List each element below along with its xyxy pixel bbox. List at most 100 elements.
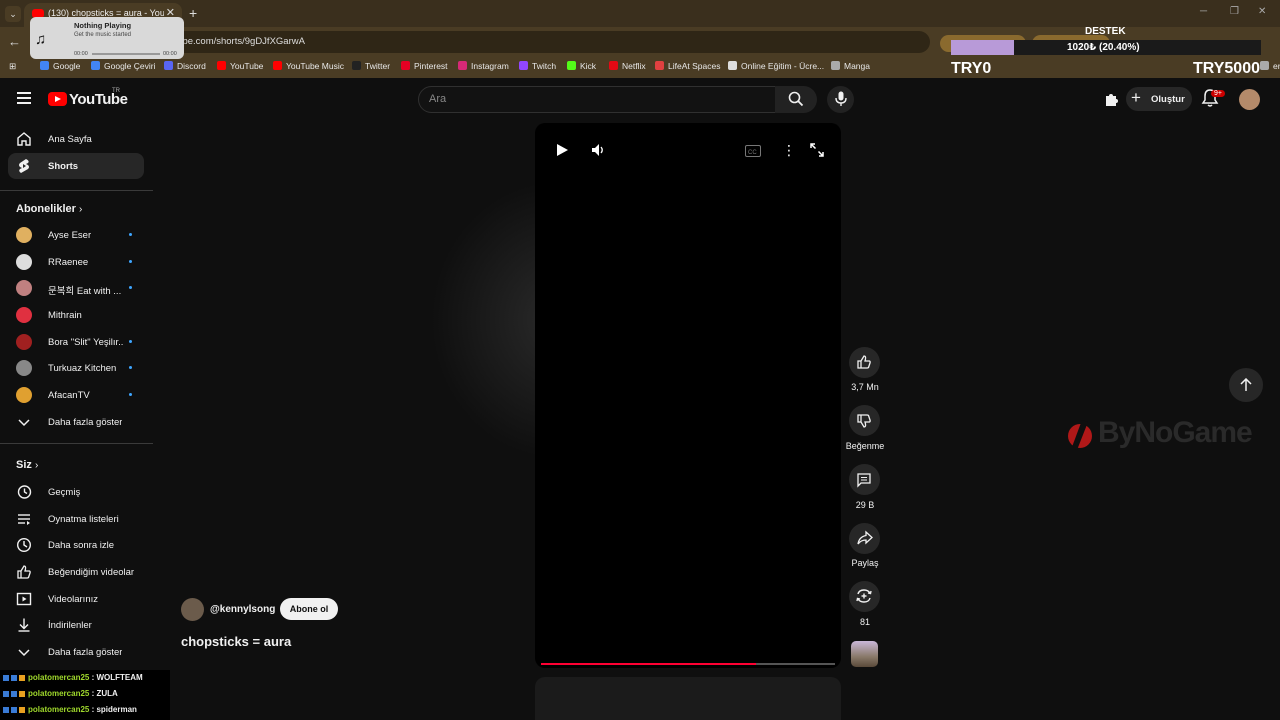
share-button[interactable] (849, 523, 880, 554)
sidebar-sub-item[interactable]: AfacanTV (8, 382, 144, 408)
bookmark-item[interactable]: Discord (164, 61, 206, 71)
badge-icon (3, 691, 9, 697)
arrow-up-icon (1240, 378, 1252, 391)
sidebar-sub-item[interactable]: Mithrain (8, 302, 144, 328)
sidebar-item-history[interactable]: Geçmiş (8, 479, 144, 505)
bookmark-label: YouTube (230, 61, 264, 71)
sidebar-item-label: Shorts (48, 161, 79, 172)
channel-avatar (16, 387, 32, 403)
closed-captions-icon[interactable]: CC (745, 144, 761, 162)
subscribe-button[interactable]: Abone ol (280, 598, 338, 620)
new-tab-button[interactable]: + (189, 5, 197, 21)
comment-count: 29 B (855, 500, 875, 510)
search-button[interactable] (775, 86, 817, 113)
sidebar-sub-item[interactable]: RRaenee (8, 249, 144, 275)
create-label[interactable]: Oluştur (1151, 94, 1185, 105)
minimize-icon[interactable]: ─ (1200, 6, 1207, 17)
sidebar-item-label: İndirilenler (48, 620, 92, 631)
dislike-button[interactable] (849, 405, 880, 436)
sidebar-sub-item[interactable]: Ayse Eser (8, 222, 144, 248)
bookmark-item[interactable]: YouTube Music (273, 61, 344, 71)
bookmark-item[interactable]: YouTube (217, 61, 263, 71)
channel-avatar (16, 307, 32, 323)
sidebar-item-your-videos[interactable]: Videolarınız (8, 586, 144, 612)
sidebar-sub-item[interactable]: Turkuaz Kitchen (8, 355, 144, 381)
sidebar-item-downloads[interactable]: İndirilenler (8, 612, 144, 638)
sidebar-show-more[interactable]: Daha fazla göster (8, 639, 144, 665)
chat-username: polatomercan25 (28, 705, 90, 714)
bynogame-watermark: ByNoGame (1098, 416, 1253, 449)
shorts-video-player[interactable] (535, 123, 841, 668)
channel-avatar[interactable] (181, 598, 204, 621)
bookmark-item[interactable]: Netflix (609, 61, 646, 71)
chat-text: spiderman (96, 705, 137, 714)
bookmark-item[interactable]: Twitter (352, 61, 390, 71)
sidebar-item-label: Beğendiğim videolar (48, 567, 135, 578)
bookmark-favicon-icon (609, 61, 618, 70)
sidebar-item-shorts[interactable]: Shorts (8, 153, 144, 179)
volume-icon[interactable] (591, 143, 605, 162)
thumbs-up-icon (857, 355, 871, 369)
download-icon (18, 618, 30, 632)
music-note-icon[interactable]: ♫ (35, 31, 46, 48)
you-heading[interactable]: Siz › (16, 459, 38, 471)
voice-search-button[interactable] (827, 86, 854, 113)
hamburger-menu-icon[interactable] (17, 92, 31, 107)
extension-puzzle-icon[interactable] (1103, 91, 1119, 112)
fullscreen-icon[interactable] (810, 143, 824, 162)
sidebar-item-watch-later[interactable]: Daha sonra izle (8, 532, 144, 558)
bookmark-item[interactable]: Instagram (458, 61, 509, 71)
sidebar-item-home[interactable]: Ana Sayfa (8, 126, 144, 152)
tab-search-chevron-icon[interactable]: ⌄ (5, 6, 21, 22)
search-placeholder[interactable]: Ara (429, 93, 446, 105)
media-progress[interactable] (92, 53, 160, 55)
sidebar-item-playlists[interactable]: Oynatma listeleri (8, 506, 144, 532)
more-vertical-icon[interactable]: ⋮ (782, 143, 796, 157)
like-button[interactable] (849, 347, 880, 378)
search-input[interactable] (418, 86, 776, 113)
maximize-icon[interactable]: ❐ (1230, 6, 1239, 17)
bookmark-item[interactable]: eri (1260, 61, 1280, 71)
media-time-start: 00:00 (74, 51, 88, 57)
channel-name[interactable]: @kennylsong (210, 604, 275, 615)
previous-short-button[interactable] (1229, 368, 1263, 402)
bookmark-item[interactable]: Pinterest (401, 61, 448, 71)
new-content-dot (129, 393, 132, 396)
bookmark-label: Instagram (471, 61, 509, 71)
bookmark-item[interactable]: Google Çeviri (91, 61, 156, 71)
next-short-preview[interactable] (535, 677, 841, 720)
sidebar-item-label: Turkuaz Kitchen (48, 363, 117, 374)
sidebar-item-liked-videos[interactable]: Beğendiğim videolar (8, 559, 144, 585)
sidebar-show-more[interactable]: Daha fazla göster (8, 409, 144, 435)
window-close-icon[interactable]: ✕ (1258, 6, 1266, 17)
bookmark-item[interactable]: Twitch (519, 61, 556, 71)
remix-count: 81 (859, 617, 870, 627)
youtube-logo-icon[interactable] (48, 92, 67, 106)
media-popup: ♫ Nothing Playing Get the music started … (30, 17, 184, 59)
bookmark-item[interactable]: Google (40, 61, 80, 71)
back-arrow-icon[interactable]: ← (8, 34, 21, 49)
subscriptions-heading[interactable]: Abonelikler › (16, 203, 82, 215)
subscriptions-title: Abonelikler (16, 203, 76, 215)
channel-avatar (16, 360, 32, 376)
bookmark-item[interactable]: Manga (831, 61, 870, 71)
sidebar-sub-item[interactable]: Bora "Slit" Yeşilır... (8, 329, 144, 355)
bookmark-item[interactable]: Kick (567, 61, 596, 71)
bookmark-item[interactable]: Online Eğitim - Ücre... (728, 61, 824, 71)
bookmark-label: LifeAt Spaces (668, 61, 721, 71)
play-icon[interactable] (556, 143, 569, 162)
chevron-right-icon: › (34, 460, 39, 471)
chat-message: polatomercan25 : spiderman (3, 705, 137, 714)
sidebar-sub-item[interactable]: 문복희 Eat with ... (8, 275, 144, 301)
bookmark-favicon-icon (352, 61, 361, 70)
bookmark-item[interactable]: LifeAt Spaces (655, 61, 720, 71)
remix-button[interactable] (849, 581, 880, 612)
apps-grid-icon[interactable]: ⊞ (9, 61, 16, 72)
sidebar-item-label: Videolarınız (48, 594, 98, 605)
account-avatar[interactable] (1239, 89, 1260, 110)
clock-icon (16, 537, 32, 553)
short-title[interactable]: chopsticks = aura (181, 634, 291, 649)
comments-button[interactable] (849, 464, 880, 495)
new-content-dot (129, 260, 132, 263)
sound-thumbnail[interactable] (851, 641, 878, 667)
